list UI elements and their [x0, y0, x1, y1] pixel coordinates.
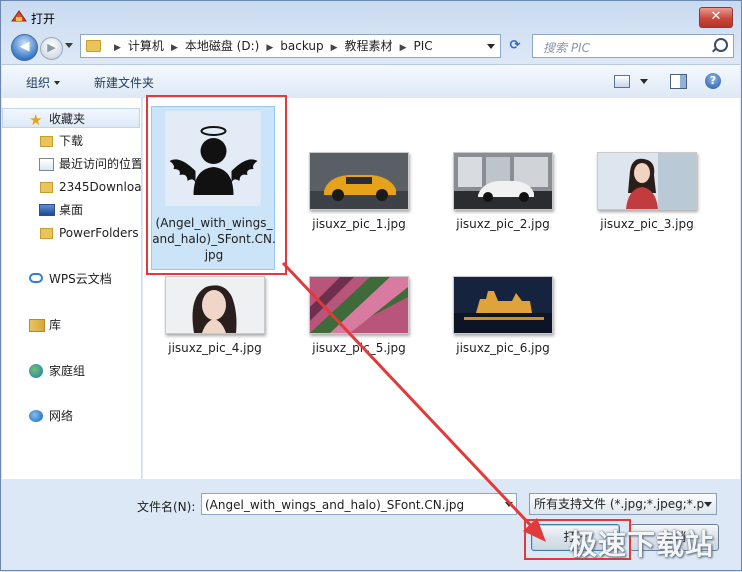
open-file-dialog: 打开 ✕ ◀ ▶ ▶ 计算机 ▶ 本地磁盘 (D:) ▶ backup ▶ 教程素材 ▶ PIC … — [0, 0, 742, 571]
watermark-text: 极速下载站 — [569, 528, 715, 561]
annotation-arrow — [281, 261, 546, 542]
